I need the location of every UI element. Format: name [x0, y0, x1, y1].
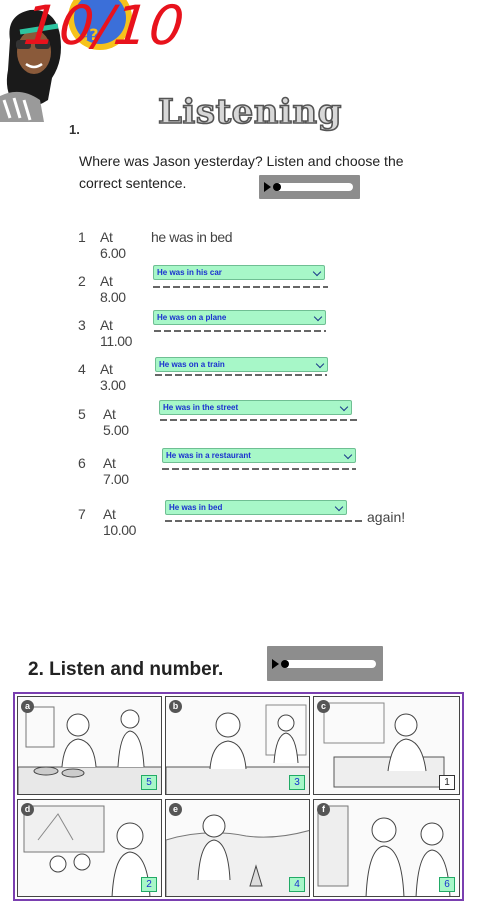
chevron-down-icon — [343, 450, 353, 460]
chevron-down-icon — [312, 267, 322, 277]
panel-letter: c — [317, 700, 330, 713]
item-time: At 11.00 — [100, 317, 132, 349]
page-title: Listening — [157, 91, 342, 133]
answer-box[interactable]: 3 — [289, 775, 305, 790]
item-time: At 5.00 — [103, 406, 129, 438]
chevron-down-icon — [313, 312, 323, 322]
item-number: 5 — [78, 406, 86, 422]
picture-panel-f: f 6 — [313, 799, 460, 897]
panel-letter: e — [169, 803, 182, 816]
picture-panel-c: c 1 — [313, 696, 460, 795]
picture-panel-d: d 2 — [17, 799, 162, 897]
answer-blank — [155, 374, 327, 376]
panel-letter: d — [21, 803, 34, 816]
item-number: 2 — [78, 273, 86, 289]
answer-dropdown[interactable]: He was on a plane — [153, 310, 326, 325]
answer-blank — [165, 520, 363, 522]
panel-letter: a — [21, 700, 34, 713]
item-time: At 7.00 — [103, 455, 129, 487]
audio-track[interactable] — [283, 659, 376, 668]
answer-dropdown[interactable]: He was in the street — [159, 400, 352, 415]
answer-dropdown[interactable]: He was on a train — [155, 357, 328, 372]
picture-panel-b: b 3 — [165, 696, 310, 795]
audio-track[interactable] — [275, 183, 353, 191]
picture-panel-a: a 5 — [17, 696, 162, 795]
item-time: At 3.00 — [100, 361, 126, 393]
answer-blank — [153, 286, 328, 288]
audio-player-2[interactable] — [267, 646, 383, 681]
play-icon[interactable] — [272, 658, 279, 669]
answer-box[interactable]: 6 — [439, 877, 455, 892]
dropdown-value: He was in the street — [163, 403, 239, 412]
answer-dropdown[interactable]: He was in bed — [165, 500, 347, 515]
answer-box[interactable]: 1 — [439, 775, 455, 790]
item-time: At 6.00 — [100, 229, 126, 261]
exercise-number: 1. — [69, 122, 80, 137]
section-title: 2. Listen and number. — [28, 659, 224, 680]
item-number: 6 — [78, 455, 86, 471]
item-number: 4 — [78, 361, 86, 377]
item-number: 3 — [78, 317, 86, 333]
answer-box[interactable]: 2 — [141, 877, 157, 892]
answer-dropdown[interactable]: He was in a restaurant — [162, 448, 356, 463]
picture-grid: a 5 b 3 c 1 d 2 e 4 f 6 — [13, 692, 464, 901]
chevron-down-icon — [339, 402, 349, 412]
item-number: 1 — [78, 229, 86, 245]
panel-letter: f — [317, 803, 330, 816]
answer-dropdown[interactable]: He was in his car — [153, 265, 325, 280]
chevron-down-icon — [315, 359, 325, 369]
dropdown-value: He was on a plane — [157, 313, 227, 322]
play-icon[interactable] — [264, 182, 271, 192]
answer-box[interactable]: 4 — [289, 877, 305, 892]
audio-player-1[interactable] — [259, 175, 360, 199]
chevron-down-icon — [334, 502, 344, 512]
dropdown-value: He was on a train — [159, 360, 225, 369]
dropdown-value: He was in a restaurant — [166, 451, 251, 460]
answer-blank — [160, 419, 358, 421]
item-suffix: again! — [367, 509, 406, 525]
instruction-text: Where was Jason yesterday? Listen and ch… — [79, 153, 404, 191]
item-time: At 8.00 — [100, 273, 126, 305]
panel-letter: b — [169, 700, 182, 713]
audio-knob[interactable] — [273, 183, 281, 191]
answer-blank — [154, 330, 326, 332]
picture-panel-e: e 4 — [165, 799, 310, 897]
item-time: At 10.00 — [103, 506, 137, 538]
dropdown-value: He was in his car — [157, 268, 222, 277]
audio-knob[interactable] — [281, 659, 289, 668]
item-text: he was in bed — [151, 229, 233, 245]
item-number: 7 — [78, 506, 86, 522]
score-text: 10/10 — [20, 0, 188, 57]
dropdown-value: He was in bed — [169, 503, 223, 512]
answer-box[interactable]: 5 — [141, 775, 157, 790]
answer-blank — [162, 468, 356, 470]
